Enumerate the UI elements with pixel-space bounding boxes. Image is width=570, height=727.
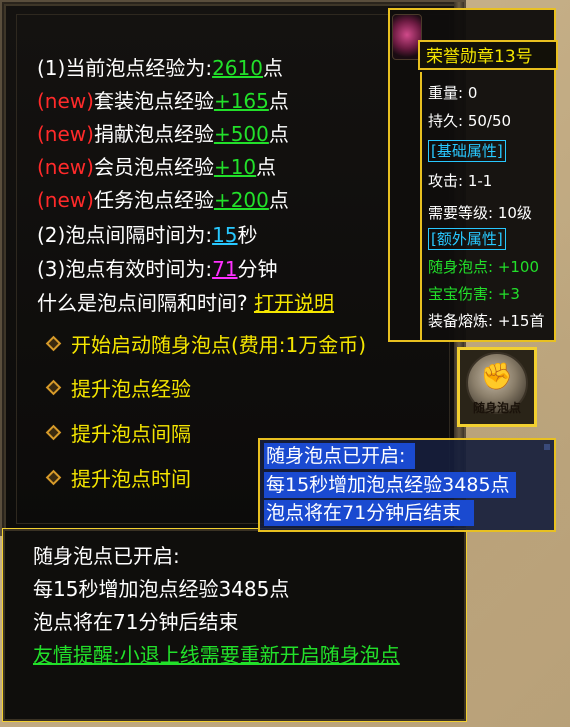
donate-exp-line: (new)捐献泡点经验+500点: [37, 121, 289, 147]
current-exp-value: 2610: [212, 56, 263, 80]
menu-boost-interval-label: 提升泡点间隔: [71, 421, 191, 446]
popup-exp-rate: 每15秒增加泡点经验3485点: [264, 472, 516, 498]
duration-line: (3)泡点有效时间为:71分钟: [37, 256, 278, 282]
duration-label: (3)泡点有效时间为:: [37, 257, 213, 281]
new-tag: (new): [37, 188, 94, 212]
interval-value: 15: [212, 223, 238, 247]
member-exp-unit: 点: [256, 155, 277, 179]
help-question: 什么是泡点间隔和时间?: [37, 291, 248, 315]
menu-start-bubble[interactable]: 开始启动随身泡点(费用:1万金币): [45, 329, 367, 357]
suit-exp-value: +165: [213, 89, 269, 113]
current-exp-unit: 点: [262, 56, 283, 80]
menu-boost-exp-label: 提升泡点经验: [71, 376, 191, 401]
donate-exp-value: +500: [213, 122, 269, 146]
notice-end-time: 泡点将在71分钟后结束: [33, 610, 239, 634]
item-extra-pet-dmg: 宝宝伤害: +3: [428, 285, 520, 303]
extra-attr-header: [额外属性]: [428, 228, 506, 250]
member-exp-value: +10: [213, 155, 257, 179]
new-tag: (new): [37, 89, 94, 113]
interval-label: (2)泡点间隔时间为:: [37, 223, 213, 247]
item-level-req: 需要等级: 10级: [428, 204, 532, 222]
base-attr-header: [基础属性]: [428, 140, 506, 162]
menu-boost-time[interactable]: 提升泡点时间: [45, 463, 191, 491]
notice-started: 随身泡点已开启:: [33, 544, 180, 568]
interval-line: (2)泡点间隔时间为:15秒: [37, 222, 258, 248]
donate-exp-label: 捐献泡点经验: [93, 122, 214, 146]
task-exp-unit: 点: [268, 188, 289, 212]
duration-value: 71: [212, 257, 238, 281]
donate-exp-unit: 点: [268, 122, 289, 146]
member-exp-label: 会员泡点经验: [93, 155, 214, 179]
suit-exp-unit: 点: [268, 89, 289, 113]
current-exp-label: (1)当前泡点经验为:: [37, 56, 213, 80]
popup-started: 随身泡点已开启:: [264, 443, 415, 469]
item-smelt: 装备熔炼: +15首: [428, 312, 545, 330]
suit-exp-line: (new)套装泡点经验+165点: [37, 88, 289, 114]
interval-unit: 秒: [237, 223, 258, 247]
diamond-bullet-icon: [45, 469, 62, 485]
item-extra-bubble: 随身泡点: +100: [428, 258, 540, 276]
menu-boost-time-label: 提升泡点时间: [71, 466, 191, 491]
diamond-bullet-icon: [45, 335, 62, 351]
task-exp-value: +200: [213, 188, 269, 212]
popup-end-time: 泡点将在71分钟后结束: [264, 500, 474, 526]
badge-label: 随身泡点: [472, 401, 521, 415]
popup-corner-icon: [544, 444, 550, 450]
diamond-bullet-icon: [45, 379, 62, 395]
notice-exp-rate: 每15秒增加泡点经验3485点: [33, 577, 290, 601]
menu-boost-exp[interactable]: 提升泡点经验: [45, 373, 191, 401]
task-exp-label: 任务泡点经验: [93, 188, 214, 212]
new-tag: (new): [37, 155, 94, 179]
handshake-icon: ✊: [480, 362, 514, 392]
task-exp-line: (new)任务泡点经验+200点: [37, 187, 289, 213]
help-line: 什么是泡点间隔和时间? 打开说明: [37, 290, 334, 316]
diamond-bullet-icon: [45, 424, 62, 440]
item-weight: 重量: 0: [428, 84, 478, 102]
new-tag: (new): [37, 122, 94, 146]
tooltip-left-border: [420, 72, 422, 340]
open-help-link[interactable]: 打开说明: [254, 291, 334, 315]
member-exp-line: (new)会员泡点经验+10点: [37, 154, 276, 180]
notice-reminder: 友情提醒:小退上线需要重新开启随身泡点: [33, 643, 400, 667]
suit-exp-label: 套装泡点经验: [93, 89, 214, 113]
menu-boost-interval[interactable]: 提升泡点间隔: [45, 418, 191, 446]
item-durability: 持久: 50/50: [428, 112, 512, 130]
item-title: 荣誉勋章13号: [418, 40, 558, 70]
menu-start-bubble-label: 开始启动随身泡点(费用:1万金币): [71, 332, 367, 357]
item-attack: 攻击: 1-1: [428, 172, 493, 190]
current-exp-line: (1)当前泡点经验为:2610点: [37, 55, 283, 81]
duration-unit: 分钟: [237, 257, 278, 281]
